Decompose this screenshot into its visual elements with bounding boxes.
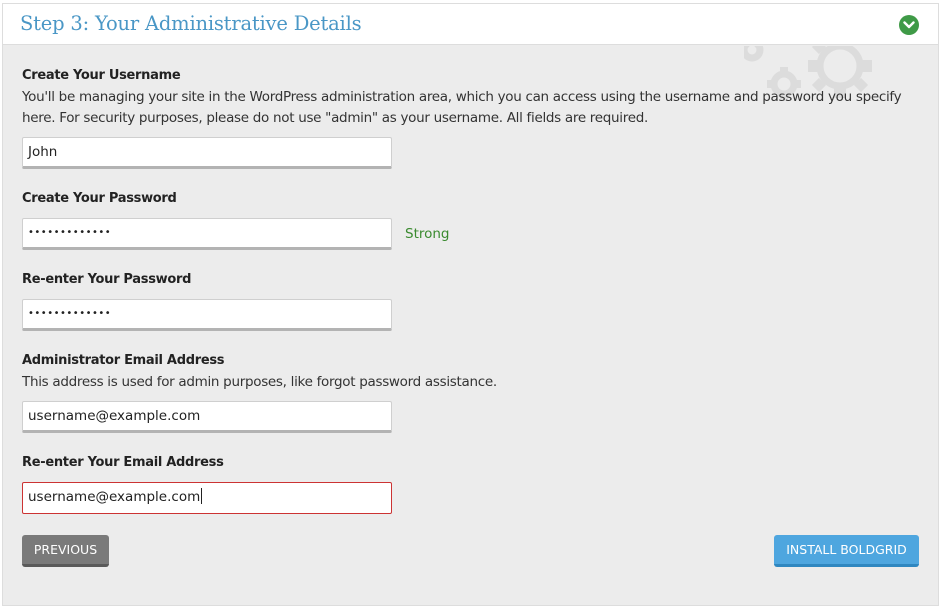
username-input[interactable]: John [22,137,392,169]
install-boldgrid-button[interactable]: Install BoldGrid [774,535,919,567]
password-strength: Strong [405,226,450,242]
email-help: This address is used for admin purposes,… [22,374,497,390]
email-confirm-label: Re-enter Your Email Address [22,455,224,470]
password-label: Create Your Password [22,191,177,206]
collapse-button[interactable] [899,15,919,35]
email-input[interactable]: username@example.com [22,401,392,433]
previous-button[interactable]: Previous [22,535,109,567]
username-help: You'll be managing your site in the Word… [22,89,902,126]
username-label: Create Your Username [22,68,181,83]
chevron-down-icon [903,21,915,29]
step-header: Step 3: Your Administrative Details [3,4,938,45]
password-input[interactable]: ••••••••••••• [22,218,392,250]
admin-details-panel: Step 3: Your Administrative Details Crea… [2,3,939,606]
email-label: Administrator Email Address [22,353,225,368]
password-confirm-label: Re-enter Your Password [22,272,192,287]
password-confirm-input[interactable]: ••••••••••••• [22,299,392,331]
email-confirm-input[interactable]: username@example.com [22,482,392,514]
step-title: Step 3: Your Administrative Details [20,12,362,35]
email-confirm-value: username@example.com [28,489,201,505]
text-caret [201,488,203,504]
